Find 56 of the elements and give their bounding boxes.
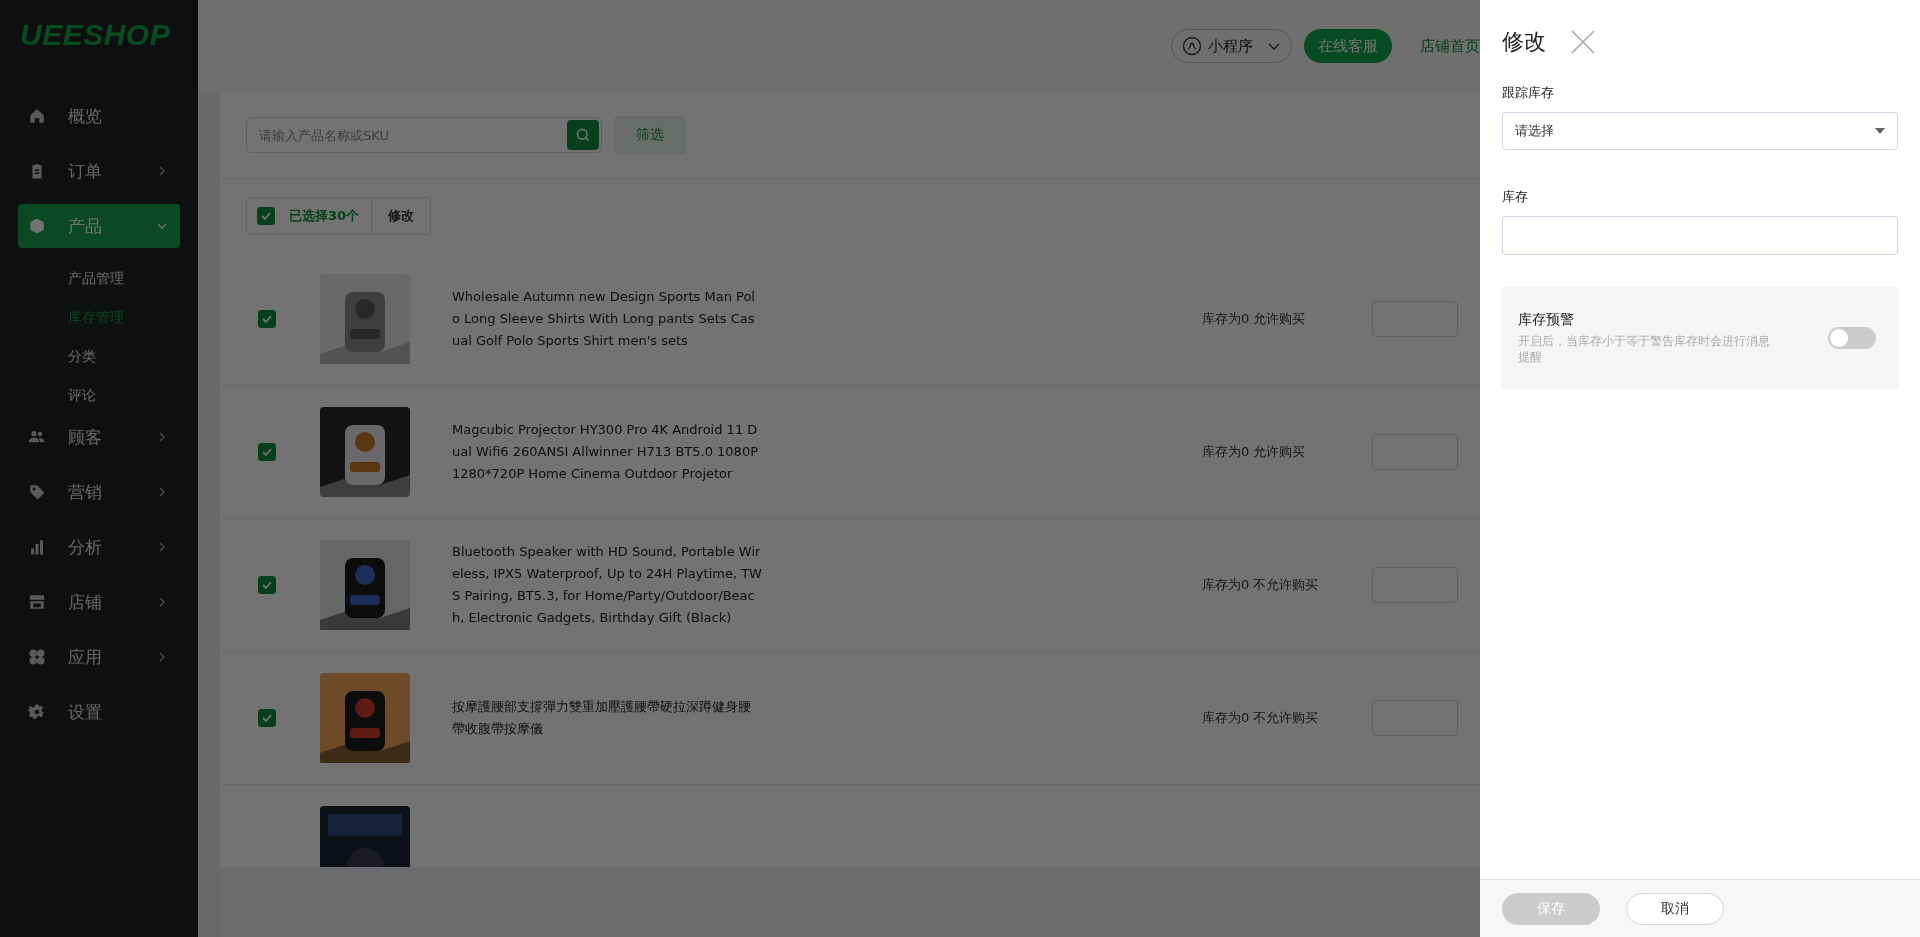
filter-button[interactable]: 筛选 xyxy=(614,116,686,154)
caret-icon xyxy=(1875,128,1885,134)
nav-icon xyxy=(28,217,46,235)
sub-nav-item[interactable]: 分类 xyxy=(68,337,96,376)
nav-item[interactable]: 产品 xyxy=(18,204,180,248)
product-name: Bluetooth Speaker with HD Sound, Portable Wireless, IPX5 Waterproof, Up to 24H Playtime, TWS Pairing, BT5.3, for Home/Party/Outdoor/Beach, Electronic Gadgets, Birthday Gift (Black) xyxy=(452,543,762,627)
select-all-checkbox[interactable] xyxy=(257,207,275,225)
nav-item[interactable]: 顾客 xyxy=(18,415,180,459)
panel-title: 修改 xyxy=(1502,28,1546,56)
cancel-button[interactable]: 取消 xyxy=(1626,892,1724,925)
alert-toggle[interactable] xyxy=(1828,327,1876,349)
nav-icon xyxy=(28,538,46,556)
checkmark-icon xyxy=(261,446,273,458)
nav-icon xyxy=(28,107,46,125)
selected-count: 已选择30个 xyxy=(289,207,360,225)
nav-item[interactable]: 概览 xyxy=(18,94,180,138)
nav-item[interactable]: 应用 xyxy=(18,635,180,679)
checkmark-icon xyxy=(260,210,272,222)
nav-icon xyxy=(28,703,46,721)
checkmark-icon xyxy=(261,313,273,325)
store-home-link[interactable]: 店铺首页 xyxy=(1420,36,1480,56)
nav-icon xyxy=(28,593,46,611)
product-name: Wholesale Autumn new Design Sports Man Polo Long Sleeve Shirts With Long pants Sets Casual Golf Polo Sports Shirt men's sets xyxy=(452,288,756,350)
search-icon xyxy=(575,127,591,143)
track-stock-select[interactable]: 请选择 xyxy=(1502,112,1898,150)
stock-status: 库存为0 不允许购买 xyxy=(1202,709,1320,727)
nav-item[interactable]: 订单 xyxy=(18,149,180,193)
nav-item[interactable]: 设置 xyxy=(18,690,180,734)
stock-field[interactable] xyxy=(1502,216,1898,255)
close-icon[interactable] xyxy=(1570,29,1596,55)
field-label: 库存 xyxy=(1502,188,1529,206)
nav-item[interactable]: 店铺 xyxy=(18,580,180,624)
sub-nav-item[interactable]: 产品管理 xyxy=(68,259,124,298)
row-checkbox[interactable] xyxy=(258,443,276,461)
row-checkbox[interactable] xyxy=(258,709,276,727)
stock-status: 库存为0 允许购买 xyxy=(1202,310,1307,328)
logo: UEESHOP xyxy=(19,18,172,53)
nav-item[interactable]: 营销 xyxy=(18,470,180,514)
field-label: 跟踪库存 xyxy=(1502,84,1555,102)
alert-description: 开启后，当库存小于等于警告库存时会进行消息提醒 xyxy=(1518,333,1771,365)
row-checkbox[interactable] xyxy=(258,310,276,328)
nav-icon xyxy=(28,483,46,501)
stock-status: 库存为0 允许购买 xyxy=(1202,443,1307,461)
checkmark-icon xyxy=(261,579,273,591)
online-service-button[interactable]: 在线客服 xyxy=(1304,29,1392,63)
product-name: 按摩護腰部支撐彈力雙重加壓護腰帶硬拉深蹲健身腰帶收腹帶按摩儀 xyxy=(452,698,752,738)
alert-title: 库存预警 xyxy=(1518,311,1575,329)
nav-item[interactable]: 分析 xyxy=(18,525,180,569)
row-checkbox[interactable] xyxy=(258,576,276,594)
search-button[interactable] xyxy=(567,120,599,150)
product-name: Magcubic Projector HY300 Pro 4K Android 11 Dual Wifi6 260ANSI Allwinner H713 BT5.0 1080P 1280*720P Home Cinema Outdoor Projetor xyxy=(452,421,759,483)
nav-icon xyxy=(28,648,46,666)
edit-button[interactable]: 修改 xyxy=(371,198,431,234)
checkmark-icon xyxy=(261,712,273,724)
sub-nav-item[interactable]: 评论 xyxy=(68,376,96,415)
stock-status: 库存为0 不允许购买 xyxy=(1202,576,1320,594)
